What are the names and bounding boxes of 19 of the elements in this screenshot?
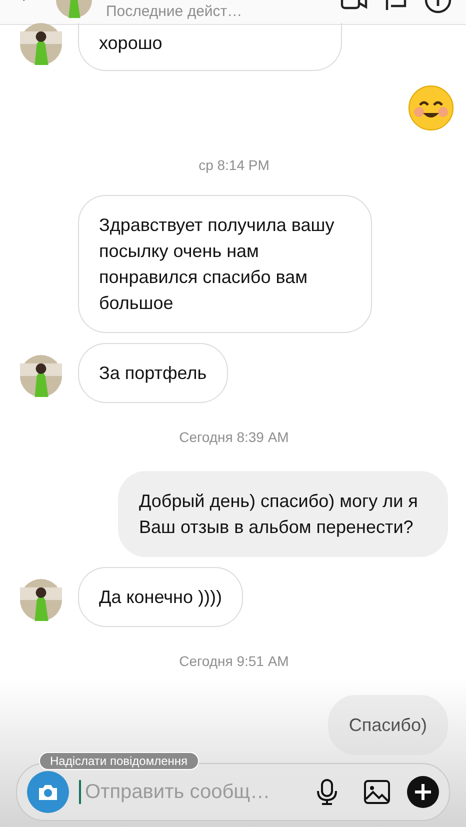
avatar-icon[interactable] — [20, 355, 62, 397]
avatar-icon[interactable] — [20, 579, 62, 621]
sent-message: Спасибо) — [328, 695, 448, 755]
add-icon[interactable] — [407, 776, 439, 808]
camera-button[interactable] — [27, 771, 69, 813]
received-message: За портфель — [78, 343, 228, 403]
image-icon[interactable] — [363, 778, 391, 806]
activity-status: Последние дейст… — [106, 2, 244, 20]
timestamp: ср 8:14 PM — [198, 157, 270, 173]
avatar-icon[interactable] — [20, 23, 62, 65]
received-message: Здравствует получила вашу посылку очень нам понравился спасибо вам большое — [78, 195, 372, 333]
overlay-text-field[interactable]: Надіслати повідомлення — [39, 752, 199, 770]
timestamp: Сегодня 9:51 AM — [179, 653, 289, 669]
smiley-icon — [408, 85, 454, 131]
sent-message: Добрый день) спасибо) могу ли я Ваш отзыв в альбом перенести? — [118, 471, 448, 557]
received-message: хорошо — [78, 23, 342, 71]
received-message: Да конечно )))) — [78, 567, 243, 627]
timestamp: Сегодня 8:39 AM — [179, 429, 289, 445]
message-input[interactable]: Отправить сообщ… — [79, 780, 297, 804]
